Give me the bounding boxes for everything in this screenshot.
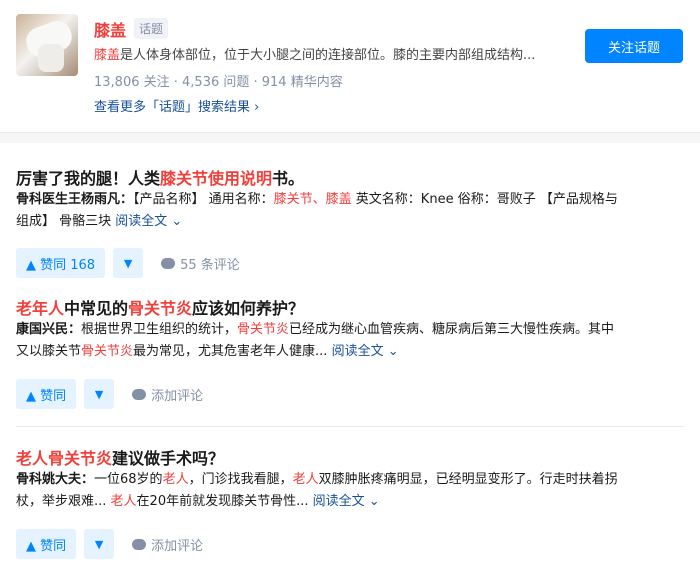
comment-button[interactable]: 添加评论 xyxy=(132,385,203,404)
comment-icon xyxy=(161,257,176,269)
comment-button[interactable]: 添加评论 xyxy=(132,535,203,554)
comment-label: 55 条评论 xyxy=(180,257,240,273)
title-highlight: 老年人 xyxy=(16,299,65,318)
excerpt-text: 在20年前就发现膝关节骨性... xyxy=(136,494,313,509)
answer-author: 骨科医生王杨雨凡： xyxy=(16,192,134,207)
answer-excerpt-3[interactable]: 骨科姚大夫：一位68岁的老人，门诊找我看腿，老人双膝肿胀疼痛明显，已经明显变形了… xyxy=(16,469,686,513)
comment-label: 添加评论 xyxy=(151,388,204,404)
excerpt-text: 英文名称：Knee 俗称：哥败子 【产品规格与 xyxy=(351,192,618,207)
answer-card-3: 老人骨关节炎建议做手术吗？ 骨科姚大夫：一位68岁的老人，门诊找我看腿，老人双膝… xyxy=(0,427,700,564)
downvote-button[interactable]: ▼ xyxy=(84,379,115,409)
title-text: 书。 xyxy=(272,169,305,188)
topic-desc-highlight: 膝盖 xyxy=(94,48,121,63)
excerpt-text: 组成】 骨骼三块 xyxy=(16,214,116,229)
excerpt-highlight: 骨关节炎 xyxy=(237,322,290,337)
excerpt-text: 又以膝关节 xyxy=(16,344,82,359)
topic-description: 膝盖是人体身体部位，位于大小腿之间的连接部位。膝的主要内部组成结构... xyxy=(94,44,580,63)
answer-excerpt-2[interactable]: 康国兴民：根据世界卫生组织的统计，骨关节炎已经成为继心血管疾病、糖尿病后第三大慢… xyxy=(16,319,686,363)
topic-name[interactable]: 膝盖 xyxy=(94,17,126,41)
upvote-button[interactable]: ▲ 赞同 xyxy=(16,379,77,409)
title-highlight: 骨关节炎 xyxy=(128,299,193,318)
excerpt-highlight: 老人 xyxy=(110,494,137,509)
comment-icon xyxy=(132,538,147,550)
title-highlight: 膝关节使用说明 xyxy=(160,169,273,188)
downvote-button[interactable]: ▼ xyxy=(84,529,115,559)
topic-stats: 13,806 关注 · 4,536 问题 · 914 精华内容 xyxy=(94,75,343,90)
excerpt-text: 一位68岁的 xyxy=(94,472,163,487)
excerpt-highlight: 膝关节、膝盖 xyxy=(273,192,352,207)
topic-desc-text: 是人体身体部位，位于大小腿之间的连接部位。膝的主要内部组成结构... xyxy=(120,48,536,63)
answer-card-1: 厉害了我的腿！人类膝关节使用说明书。 骨科医生王杨雨凡：【产品名称】 通用名称：… xyxy=(0,143,700,287)
title-text: 厉害了我的腿！人类 xyxy=(16,169,161,188)
excerpt-text: 根据世界卫生组织的统计， xyxy=(81,322,238,337)
follow-topic-button[interactable]: 关注话题 xyxy=(585,29,683,63)
topic-tag-badge: 话题 xyxy=(134,18,169,39)
read-more-link[interactable]: 阅读全文 ⌄ xyxy=(313,494,380,509)
excerpt-text: 已经成为继心血管疾病、糖尿病后第三大慢性疾病。其中 xyxy=(289,322,615,337)
excerpt-highlight: 老人 xyxy=(292,472,319,487)
answer-title-3[interactable]: 老人骨关节炎建议做手术吗？ xyxy=(16,445,224,469)
read-more-link[interactable]: 阅读全文 ⌄ xyxy=(115,214,182,229)
excerpt-text: 杖，举步艰难... xyxy=(16,494,111,509)
excerpt-text: ，门诊找我看腿， xyxy=(188,472,293,487)
title-text: 建议做手术吗？ xyxy=(112,449,225,468)
comment-button[interactable]: 55 条评论 xyxy=(161,254,240,273)
downvote-button[interactable]: ▼ xyxy=(113,248,144,278)
excerpt-text: 双膝肿胀疼痛明显，已经明显变形了。行走时扶着拐 xyxy=(318,472,618,487)
comment-icon xyxy=(132,388,147,400)
answer-card-2: 老年人中常见的骨关节炎应该如何养护？ 康国兴民：根据世界卫生组织的统计，骨关节炎… xyxy=(0,287,700,427)
comment-label: 添加评论 xyxy=(151,538,204,554)
upvote-button[interactable]: ▲ 赞同 168 xyxy=(16,248,106,278)
answer-actions-2: ▲ 赞同 ▼ 添加评论 xyxy=(16,379,203,409)
answer-actions-1: ▲ 赞同 168 ▼ 55 条评论 xyxy=(16,248,240,278)
title-text: 中常见的 xyxy=(64,299,129,318)
excerpt-text: 【产品名称】 通用名称： xyxy=(133,192,274,207)
answer-actions-3: ▲ 赞同 ▼ 添加评论 xyxy=(16,529,203,559)
title-highlight: 老人 xyxy=(16,449,49,468)
upvote-button[interactable]: ▲ 赞同 xyxy=(16,529,77,559)
topic-image[interactable] xyxy=(16,14,78,76)
title-highlight: 骨关节炎 xyxy=(48,449,113,468)
answer-author: 康国兴民： xyxy=(16,322,82,337)
answer-title-1[interactable]: 厉害了我的腿！人类膝关节使用说明书。 xyxy=(16,165,304,189)
excerpt-highlight: 骨关节炎 xyxy=(81,344,134,359)
answer-excerpt-1[interactable]: 骨科医生王杨雨凡：【产品名称】 通用名称：膝关节、膝盖 英文名称：Knee 俗称… xyxy=(16,189,686,233)
topic-card: 膝盖 话题 膝盖是人体身体部位，位于大小腿之间的连接部位。膝的主要内部组成结构.… xyxy=(0,0,700,133)
read-more-link[interactable]: 阅读全文 ⌄ xyxy=(332,344,399,359)
answer-author: 骨科姚大夫： xyxy=(16,472,95,487)
excerpt-highlight: 老人 xyxy=(162,472,189,487)
title-text: 应该如何养护？ xyxy=(192,299,305,318)
excerpt-text: 最为常见，尤其危害老年人健康... xyxy=(133,344,332,359)
more-topics-link[interactable]: 查看更多「话题」搜索结果 › xyxy=(94,96,259,115)
answer-title-2[interactable]: 老年人中常见的骨关节炎应该如何养护？ xyxy=(16,295,304,319)
